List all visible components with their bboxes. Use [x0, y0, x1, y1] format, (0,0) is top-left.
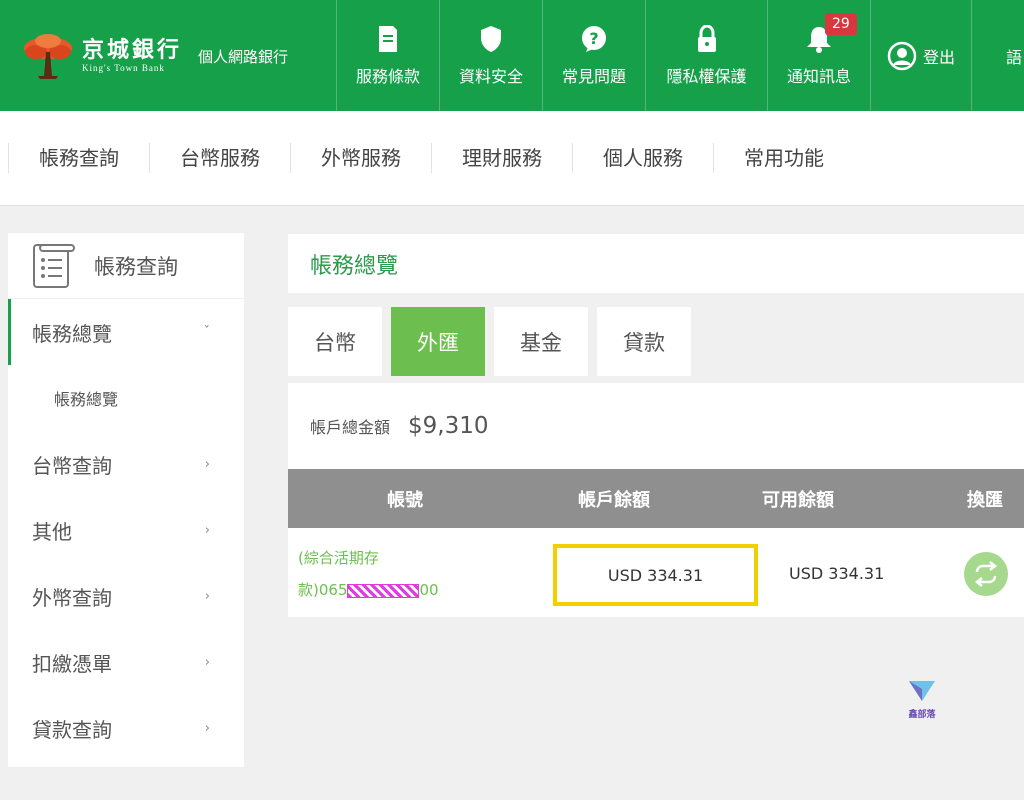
account-number-suffix: 00 [419, 581, 439, 599]
watermark: 鑫部落 [898, 677, 946, 720]
sidebar-subitem-account-overview[interactable]: 帳務總覽 [8, 365, 244, 431]
notifications-link[interactable]: 通知訊息 29 [768, 0, 871, 111]
tab-twd[interactable]: 台幣 [288, 307, 382, 376]
logout-button[interactable]: 登出 [871, 0, 972, 111]
exchange-arrows-icon [974, 561, 998, 587]
tab-foreign-exchange[interactable]: 外匯 [391, 307, 485, 376]
sidebar-item-withholding-statements[interactable]: 扣繳憑單 › [8, 629, 244, 695]
total-balance-value: $9,310 [408, 413, 489, 439]
nav-label-security: 資料安全 [458, 66, 523, 86]
language-label: 語 [1006, 47, 1023, 67]
brand-name: 京城銀行 [82, 37, 183, 63]
sidebar-item-loan-inquiry[interactable]: 貸款查詢 › [8, 695, 244, 761]
sidebar-title: 帳務查詢 [94, 254, 178, 279]
chevron-right-icon: › [204, 720, 210, 736]
svg-text:?: ? [589, 29, 598, 48]
sidebar-header: 帳務查詢 [8, 233, 244, 299]
tab-loans[interactable]: 貸款 [597, 307, 691, 376]
brand-english-name: King's Town Bank [82, 63, 165, 73]
sidebar-item-label: 台幣查詢 [32, 453, 112, 478]
shield-icon [481, 25, 501, 52]
chevron-right-icon: › [204, 654, 210, 670]
bank-logo[interactable]: 京城銀行 King's Town Bank 個人網路銀行 [0, 0, 337, 111]
nav-label-privacy: 隱私權保護 [666, 66, 747, 86]
account-balance-value: USD 334.31 [607, 565, 704, 585]
lock-icon [697, 24, 716, 52]
brand-subtitle: 個人網路銀行 [198, 48, 289, 66]
tab-funds[interactable]: 基金 [494, 307, 588, 376]
nav-label-terms: 服務條款 [355, 66, 420, 86]
sidebar-item-account-overview[interactable]: 帳務總覽 ˇ [8, 299, 244, 365]
sidebar-item-other[interactable]: 其他 › [8, 497, 244, 563]
exchange-button[interactable] [964, 552, 1008, 596]
document-icon [379, 25, 397, 52]
top-header: 京城銀行 King's Town Bank 個人網路銀行 服務條款 資料安全 ?… [0, 0, 1024, 111]
chevron-right-icon: › [204, 522, 210, 538]
sidebar-item-label: 扣繳憑單 [32, 651, 112, 676]
sidebar-item-foreign-currency-inquiry[interactable]: 外幣查詢 › [8, 563, 244, 629]
logout-label: 登出 [922, 47, 955, 67]
tree-logo-icon [24, 33, 72, 79]
nav-label-notifications: 通知訊息 [786, 66, 851, 86]
sidebar-item-label: 外幣查詢 [32, 585, 112, 610]
column-header-balance: 帳戶餘額 [578, 490, 650, 511]
page-title-box: 帳務總覽 [288, 234, 1024, 293]
sidebar-item-label: 其他 [32, 519, 72, 544]
main-menu: 帳務查詢 台幣服務 外幣服務 理財服務 個人服務 常用功能 [0, 111, 1024, 206]
column-header-available: 可用餘額 [762, 490, 834, 511]
column-header-exchange: 換匯 [967, 490, 1003, 511]
chevron-down-icon: ˇ [203, 324, 211, 340]
account-tabs: 台幣 外匯 基金 貸款 [288, 307, 700, 376]
redaction-mark [347, 583, 420, 598]
language-selector[interactable]: 語 [972, 0, 1024, 111]
column-header-account: 帳號 [387, 490, 423, 511]
chevron-right-icon: › [204, 588, 210, 604]
watermark-logo-icon [909, 681, 935, 701]
total-balance: 帳戶總金額 $9,310 [288, 383, 1024, 469]
chevron-right-icon: › [204, 456, 210, 472]
notification-count-badge: 29 [825, 13, 857, 35]
menu-twd-services[interactable]: 台幣服務 [149, 143, 290, 173]
menu-account-inquiry[interactable]: 帳務查詢 [8, 143, 149, 173]
account-number-prefix: 款)065 [298, 581, 348, 599]
table-header: 帳號 帳戶餘額 可用餘額 換匯 [288, 469, 1024, 528]
privacy-link[interactable]: 隱私權保護 [646, 0, 768, 111]
sidebar-item-label: 貸款查詢 [32, 717, 112, 742]
available-balance-value: USD 334.31 [789, 564, 885, 583]
sidebar-item-twd-inquiry[interactable]: 台幣查詢 › [8, 431, 244, 497]
faq-link[interactable]: ? 常見問題 [543, 0, 646, 111]
account-number-link[interactable]: (綜合活期存 款)065 00 [298, 542, 458, 606]
account-balance-highlight: USD 334.31 [553, 544, 758, 606]
total-balance-label: 帳戶總金額 [310, 418, 391, 437]
data-security-link[interactable]: 資料安全 [440, 0, 543, 111]
menu-common-functions[interactable]: 常用功能 [713, 143, 854, 173]
menu-foreign-currency-services[interactable]: 外幣服務 [290, 143, 431, 173]
user-avatar-icon [887, 41, 917, 70]
menu-wealth-services[interactable]: 理財服務 [431, 143, 572, 173]
scroll-document-icon [33, 243, 75, 288]
question-bubble-icon: ? [582, 25, 606, 52]
sidebar-item-label: 帳務總覽 [32, 321, 112, 346]
sidebar: 帳務查詢 帳務總覽 ˇ 帳務總覽 台幣查詢 › 其他 › 外幣查詢 › 扣繳憑單… [8, 233, 244, 767]
account-type-text: (綜合活期存 [298, 549, 379, 567]
menu-personal-services[interactable]: 個人服務 [572, 143, 713, 173]
page-title: 帳務總覽 [310, 253, 399, 279]
watermark-text: 鑫部落 [908, 710, 936, 720]
nav-label-faq: 常見問題 [561, 66, 626, 86]
terms-of-service-link[interactable]: 服務條款 [337, 0, 440, 111]
